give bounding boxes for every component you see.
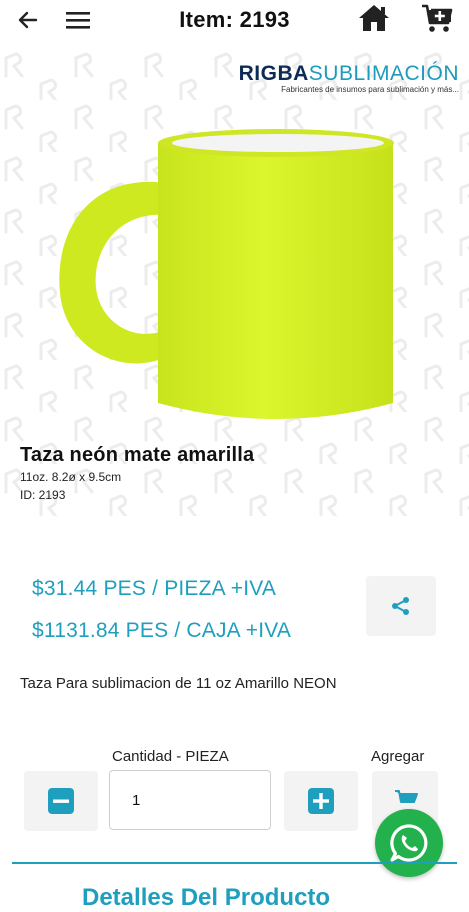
plus-icon xyxy=(308,788,334,814)
add-to-cart-icon[interactable] xyxy=(420,2,454,34)
whatsapp-icon xyxy=(390,824,428,862)
product-id: ID: 2193 xyxy=(20,488,66,502)
brand-logo: RIGBASUBLIMACIÓN Fabricantes de insumos … xyxy=(238,62,459,94)
product-specs: 11oz. 8.2ø x 9.5cm xyxy=(20,470,122,484)
price-per-box: $1131.84 PES / CAJA +IVA xyxy=(32,619,292,642)
price-per-piece: $31.44 PES / PIEZA +IVA xyxy=(32,577,277,600)
increase-quantity-button[interactable] xyxy=(284,771,358,831)
minus-icon xyxy=(48,788,74,814)
whatsapp-button[interactable] xyxy=(375,809,443,877)
home-icon[interactable] xyxy=(357,2,391,34)
add-label: Agregar xyxy=(371,748,425,765)
share-button[interactable] xyxy=(366,576,436,636)
quantity-label: Cantidad - PIEZA xyxy=(112,748,229,765)
decrease-quantity-button[interactable] xyxy=(24,771,98,831)
top-app-bar: Item: 2193 xyxy=(0,0,469,40)
product-image: RIGBASUBLIMACIÓN Fabricantes de insumos … xyxy=(0,48,469,520)
page-title: Item: 2193 xyxy=(179,7,290,32)
cart-icon xyxy=(395,790,418,803)
product-name: Taza neón mate amarilla xyxy=(20,444,255,466)
section-divider xyxy=(12,862,457,864)
mug-picture xyxy=(59,129,394,419)
quantity-input[interactable] xyxy=(109,770,271,830)
share-icon xyxy=(392,597,409,615)
details-heading: Detalles Del Producto xyxy=(82,884,331,911)
brand-tagline: Fabricantes de insumos para sublimación … xyxy=(281,85,459,94)
product-description: Taza Para sublimacion de 11 oz Amarillo … xyxy=(20,675,337,692)
